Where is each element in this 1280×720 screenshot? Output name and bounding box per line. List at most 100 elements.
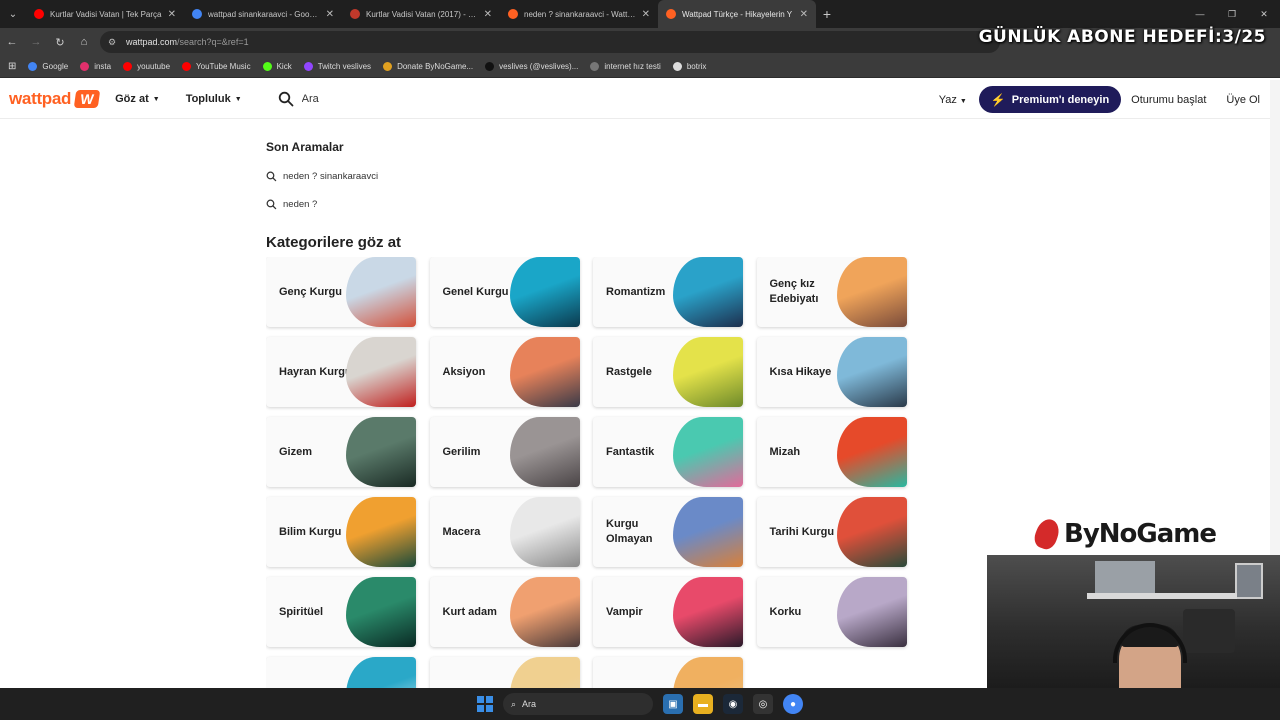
category-card[interactable]: Bilim Kurgu [266,497,416,567]
bookmark-item[interactable]: YouTube Music [182,62,251,71]
category-card[interactable]: Kurgu Olmayan [593,497,743,567]
lion-poster [1183,609,1235,653]
category-card[interactable]: Genç Kurgu [266,257,416,327]
close-tab-icon[interactable]: ✕ [168,9,176,20]
home-icon[interactable]: ⌂ [72,36,96,48]
category-artwork [346,497,416,567]
close-tab-icon[interactable]: ✕ [326,9,334,20]
chrome-icon[interactable]: ● [783,694,803,714]
bookmark-item[interactable]: Google [28,62,68,71]
category-artwork [509,337,580,407]
signup-link[interactable]: Üye Ol [1226,94,1260,106]
browse-menu[interactable]: Göz at ▼ [115,93,160,105]
category-artwork [509,417,580,487]
category-card[interactable] [266,657,416,688]
category-card[interactable]: Aksiyon [429,337,580,407]
close-window-icon[interactable]: ✕ [1248,0,1280,28]
site-info-icon[interactable]: ⚙ [108,37,118,48]
category-artwork [509,577,580,647]
category-artwork [673,257,743,327]
bookmark-item[interactable]: Donate ByNoGame... [383,62,473,71]
bookmark-item[interactable]: youutube [123,62,170,71]
bookmark-item[interactable]: botrix [672,62,707,71]
tab-search-chevron-icon[interactable]: ⌄ [0,0,26,28]
browse-label: Göz at [115,93,149,105]
minimize-icon[interactable]: — [1184,0,1216,28]
category-card[interactable]: Tarihi Kurgu [756,497,907,567]
close-tab-icon[interactable]: ✕ [642,9,650,20]
category-card[interactable]: Vampir [593,577,743,647]
forward-arrow-icon[interactable]: → [24,36,48,48]
category-card[interactable]: Korku [756,577,907,647]
new-tab-button[interactable]: + [816,6,838,22]
reload-icon[interactable]: ↻ [48,36,72,49]
chevron-down-icon: ▼ [959,97,967,105]
search-input[interactable] [301,93,802,105]
bookmarks-bar: ⊞ Google insta youutube YouTube Music Kick Tw… [0,56,1280,78]
bookmark-item[interactable]: internet hız testi [590,62,661,71]
category-card[interactable]: Genel Kurgu [429,257,580,327]
bookmark-item[interactable]: veslives (@veslives)... [485,62,578,71]
apps-grid-icon[interactable]: ⊞ [8,61,16,72]
bookmark-item[interactable]: insta [80,62,111,71]
browser-tab[interactable]: Wattpad Türkçe - Hikayelerin Y ✕ [658,0,816,28]
tab-title: Wattpad Türkçe - Hikayelerin Y [682,9,793,19]
wall-frame [1095,561,1155,595]
category-card[interactable] [429,657,580,688]
category-card[interactable]: Spiritüel [266,577,416,647]
category-card[interactable]: Hayran Kurgu [266,337,416,407]
bookmark-item[interactable]: Twitch veslives [303,62,371,71]
close-tab-icon[interactable]: ✕ [800,9,808,20]
bynogame-text: ByNoGame [1064,519,1217,549]
google-icon [192,9,202,19]
community-menu[interactable]: Topluluk ▼ [186,93,242,105]
category-card[interactable]: Kısa Hikaye [756,337,907,407]
bookmark-favicon-icon [383,62,393,71]
category-card[interactable]: Genç kız Edebiyatı [756,257,907,327]
browser-tab[interactable]: neden ? sinankaraavci - Wattpa ✕ [500,0,658,28]
category-card[interactable]: Fantastik [593,417,743,487]
browser-tab[interactable]: Kurtlar Vadisi Vatan | Tek Parça ✕ [26,0,184,28]
bookmark-favicon-icon [123,62,133,71]
photos-app-icon[interactable]: ▣ [663,694,683,714]
category-card[interactable]: Kurt adam [429,577,580,647]
obs-icon[interactable]: ◎ [753,694,773,714]
category-artwork [346,337,416,407]
category-card[interactable]: Gizem [266,417,416,487]
back-arrow-icon[interactable]: ← [0,36,24,48]
browser-tab-strip: ⌄ Kurtlar Vadisi Vatan | Tek Parça ✕ wattp… [0,0,1280,28]
recent-search-item[interactable]: neden ? sinankaraavci [266,162,926,190]
bookmark-item[interactable]: Kick [262,62,292,71]
category-card[interactable]: Rastgele [593,337,743,407]
category-artwork [836,337,907,407]
bookmark-favicon-icon [262,62,272,71]
bookmark-label: internet hız testi [604,62,661,71]
login-link[interactable]: Oturumu başlat [1131,94,1206,106]
category-card[interactable]: Mizah [756,417,907,487]
taskbar-search[interactable]: ⌕ Ara [503,693,653,715]
wattpad-logo[interactable]: wattpad W [9,89,101,109]
file-explorer-icon[interactable]: ▬ [693,694,713,714]
search-dropdown-content: Son Aramalar neden ? sinankaraavci neden … [266,120,926,251]
search-icon[interactable] [278,91,294,107]
category-card[interactable] [593,657,743,688]
maximize-icon[interactable]: ❐ [1216,0,1248,28]
close-tab-icon[interactable]: ✕ [484,9,492,20]
category-card[interactable]: Macera [429,497,580,567]
recent-search-item[interactable]: neden ? [266,190,926,218]
bookmark-favicon-icon [485,62,495,71]
windows-start-icon[interactable] [477,696,493,712]
browser-tab[interactable]: wattpad sinankaraavci - Google ✕ [184,0,342,28]
premium-button[interactable]: ⚡ Premium'ı deneyin [978,86,1122,113]
category-card[interactable]: Gerilim [429,417,580,487]
category-card[interactable]: Romantizm [593,257,743,327]
chevron-down-icon: ▼ [152,95,160,103]
bookmark-label: botrix [686,62,707,71]
write-menu[interactable]: Yaz ▼ [939,94,967,106]
premium-label: Premium'ı deneyin [1011,93,1110,106]
browser-tab[interactable]: Kurtlar Vadisi Vatan (2017) - Bo ✕ [342,0,500,28]
url-host: wattpad.com [126,37,178,47]
address-bar[interactable]: ⚙ wattpad.com /search?q=&ref=1 [100,31,1000,53]
steam-icon[interactable]: ◉ [723,694,743,714]
category-artwork [346,257,416,327]
